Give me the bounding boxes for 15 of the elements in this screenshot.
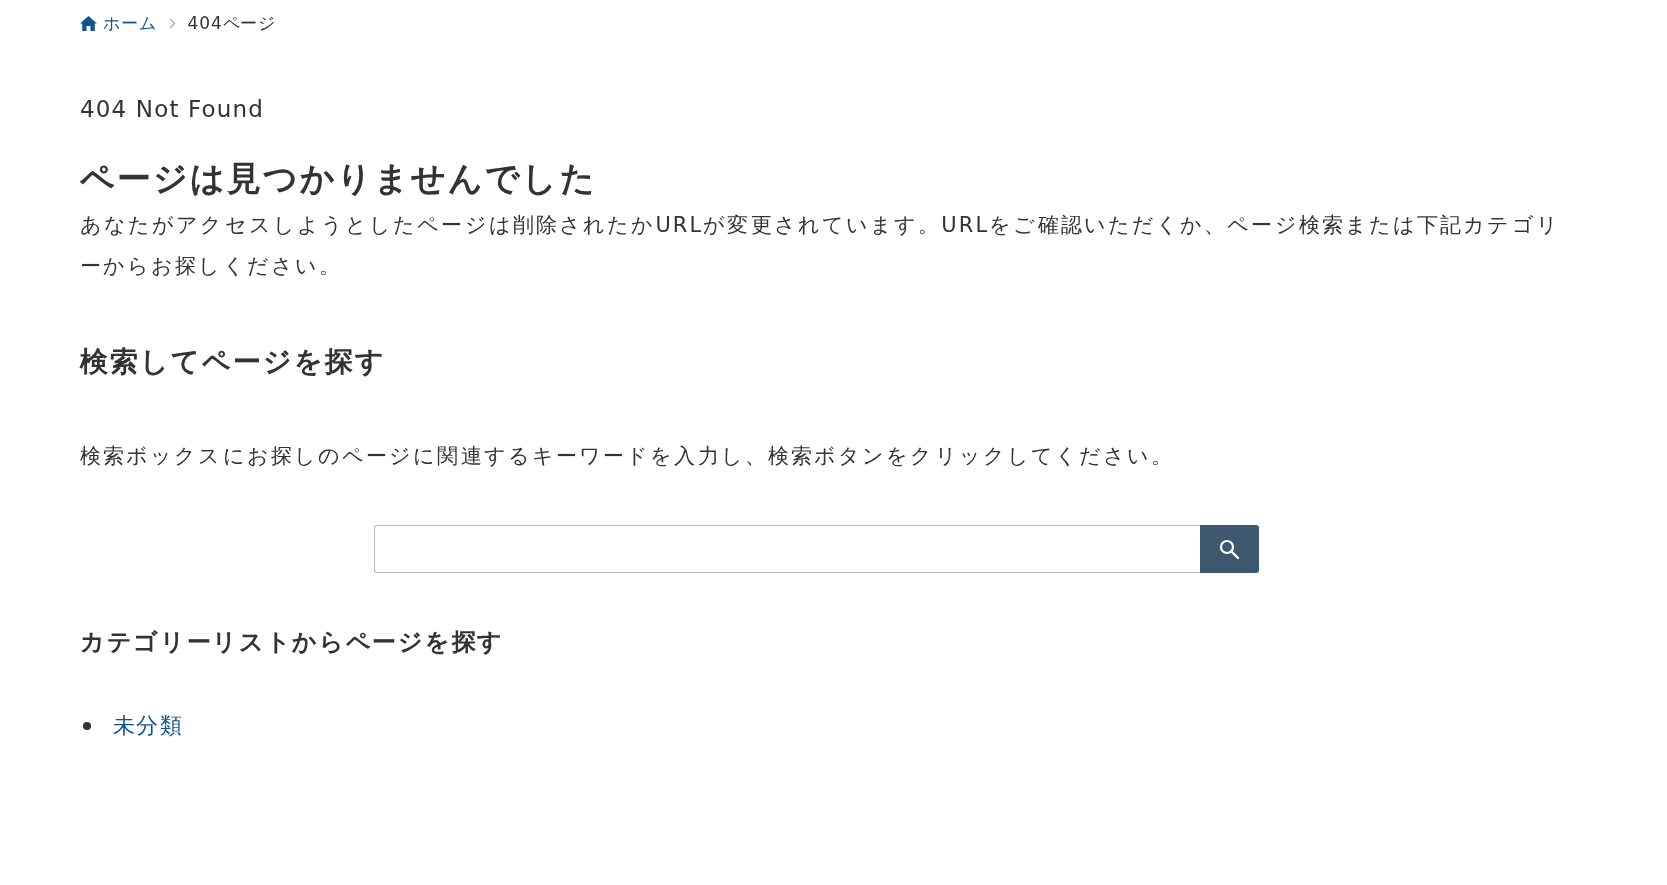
current-page-crumb: 404ページ (187, 12, 277, 34)
category-link[interactable]: 未分類 (113, 708, 183, 744)
bullet-icon (83, 722, 91, 730)
section-heading: カテゴリーリストからページを探す (80, 627, 504, 658)
chevron-right-icon (168, 17, 176, 29)
message-text: あなたがアクセスしようとしたページは削除されたかURLが変更されています。URLをご確認いただくか、ページ検索または下記カテゴリーからお探しください。 (80, 212, 1561, 280)
search-icon (1219, 539, 1239, 559)
home-link[interactable]: ホーム (80, 12, 157, 34)
search-button[interactable] (1199, 525, 1259, 573)
section-heading: 検索してページを探す (80, 344, 386, 380)
page-label: 404 Not Found (80, 95, 264, 124)
search-instructions: 検索ボックスにお探しのページに関連するキーワードを入力し、検索ボタンをクリックしてください。 (80, 443, 1176, 470)
page-title: ページは見つかりませんでした (80, 157, 597, 200)
search-field[interactable] (373, 525, 1200, 573)
home-icon (80, 15, 97, 31)
